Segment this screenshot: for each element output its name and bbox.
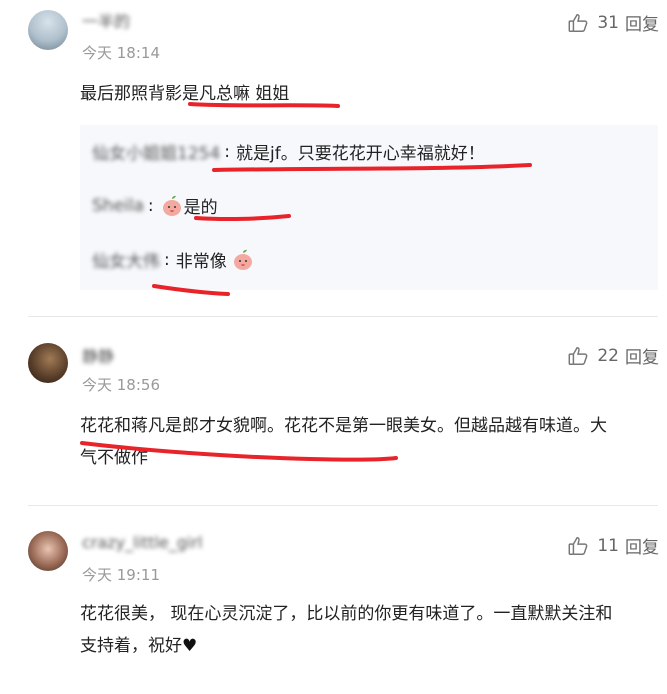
comment-text-line: 花花很美， 现在心灵沉淀了，比以前的你更有味道了。一直默默关注和 [80,604,613,624]
reply-item: 仙女小姐姐1254 : 就是jf。只要花花开心幸福就好！ [92,139,485,165]
comment-text-line: 气不做作 [80,448,148,468]
reply-colon: : [164,249,170,270]
like-count: 11 [597,535,619,556]
reply-author[interactable]: 仙女小姐姐1254 [92,139,220,164]
reply-text: 是的 [183,198,218,218]
commenter-name[interactable]: 静静 [82,343,114,367]
divider [28,316,658,317]
avatar[interactable] [28,10,68,50]
reply-text: 非常像 [175,252,227,272]
thumbs-up-icon [568,346,588,365]
like-count: 22 [597,345,619,366]
reply-button[interactable]: 回复 [625,10,659,35]
comment-time: 今天 18:56 [82,376,160,394]
reply-text: 就是jf。只要花花开心幸福就好！ [236,144,485,164]
reply-button[interactable]: 回复 [625,533,659,558]
like-button[interactable]: 22 回复 [567,343,659,368]
thumbs-up-icon [568,536,588,555]
reply-button[interactable]: 回复 [625,343,659,368]
like-button[interactable]: 11 回复 [567,533,659,558]
reply-colon: : [224,141,230,162]
commenter-name[interactable]: crazy_little_girl [82,533,202,552]
reply-list: 仙女小姐姐1254 : 就是jf。只要花花开心幸福就好！ Sheila : 是的… [80,125,658,290]
reply-author[interactable]: Sheila [92,196,144,216]
heart-icon: ♥ [182,636,198,656]
comment-time: 今天 19:11 [82,566,160,584]
comment-text: 花花和蒋凡是郎才女貌啊。花花不是第一眼美女。但越品越有味道。大 气不做作 [80,410,650,474]
reply-author[interactable]: 仙女大伟 [92,247,160,272]
comment-text: 花花很美， 现在心灵沉淀了，比以前的你更有味道了。一直默默关注和 支持着，祝好♥ [80,598,650,662]
divider [28,505,658,506]
comment-text: 最后那照背影是凡总嘛 姐姐 [80,84,290,104]
thumbs-up-icon [568,13,588,32]
reply-item: Sheila : 是的 [92,193,218,218]
commenter-name[interactable]: 一半的 [82,8,130,32]
avatar[interactable] [28,531,68,571]
peach-emoji-icon [162,195,181,216]
comment-text-segment: 支持着，祝好 [80,636,182,656]
avatar[interactable] [28,343,68,383]
like-count: 31 [597,12,619,33]
comment-text-line: 支持着，祝好♥ [80,630,650,662]
reply-colon: : [147,195,154,216]
reply-item: 仙女大伟 : 非常像 [92,247,255,272]
comment-time: 今天 18:14 [82,44,160,62]
peach-emoji-icon [233,249,252,270]
like-button[interactable]: 31 回复 [567,10,659,35]
comment-text-line: 花花和蒋凡是郎才女貌啊。花花不是第一眼美女。但越品越有味道。大 [80,416,607,436]
